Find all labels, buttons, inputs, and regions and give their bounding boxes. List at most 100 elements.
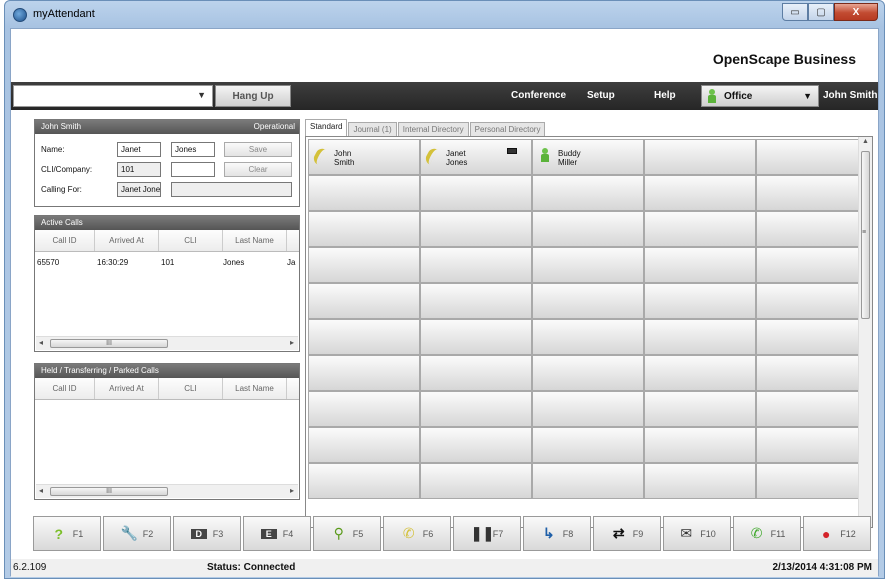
maximize-button[interactable]: ▢ bbox=[808, 3, 834, 21]
tab-personal-directory[interactable]: Personal Directory bbox=[469, 122, 546, 136]
f7-hold-button[interactable]: ❚❚ F7 bbox=[453, 516, 521, 551]
speed-dial-empty[interactable] bbox=[420, 355, 532, 391]
speed-dial-empty[interactable] bbox=[532, 283, 644, 319]
speed-dial-empty[interactable] bbox=[420, 175, 532, 211]
f11-call-button[interactable]: ✆ F11 bbox=[733, 516, 801, 551]
speed-dial-empty[interactable] bbox=[644, 247, 756, 283]
speed-dial-empty[interactable] bbox=[308, 427, 420, 463]
tab-internal-directory[interactable]: Internal Directory bbox=[397, 122, 469, 136]
speed-dial-empty[interactable] bbox=[532, 211, 644, 247]
speed-dial-empty[interactable] bbox=[420, 283, 532, 319]
speed-dial-empty[interactable] bbox=[420, 427, 532, 463]
speed-dial-empty[interactable] bbox=[420, 211, 532, 247]
speed-dial-empty[interactable] bbox=[420, 391, 532, 427]
f1-help-button[interactable]: ? F1 bbox=[33, 516, 101, 551]
f2-button[interactable]: 🔧 F2 bbox=[103, 516, 171, 551]
speed-dial-empty[interactable] bbox=[308, 283, 420, 319]
f10-mail-button[interactable]: ✉ F10 bbox=[663, 516, 731, 551]
speed-dial-empty[interactable] bbox=[756, 175, 868, 211]
minimize-button[interactable]: ▭ bbox=[782, 3, 808, 21]
column-call-id[interactable]: Call ID bbox=[35, 378, 95, 399]
last-name-field[interactable]: Jones bbox=[171, 142, 215, 157]
speed-dial-empty[interactable] bbox=[644, 319, 756, 355]
speed-dial-empty[interactable] bbox=[532, 247, 644, 283]
speed-dial-empty[interactable] bbox=[532, 319, 644, 355]
scroll-left-icon[interactable]: ◂ bbox=[39, 486, 43, 495]
speed-dial-empty[interactable] bbox=[756, 391, 868, 427]
save-button[interactable]: Save bbox=[224, 142, 292, 157]
speed-dial-empty[interactable] bbox=[532, 463, 644, 499]
speed-dial-empty[interactable] bbox=[644, 211, 756, 247]
f4-button[interactable]: E F4 bbox=[243, 516, 311, 551]
f6-answer-button[interactable]: ✆ F6 bbox=[383, 516, 451, 551]
speed-dial-empty[interactable] bbox=[644, 463, 756, 499]
speed-dial-empty[interactable] bbox=[420, 463, 532, 499]
column-cli[interactable]: CLI bbox=[159, 230, 223, 251]
scroll-up-icon[interactable]: ▲ bbox=[862, 138, 869, 145]
f12-record-button[interactable]: ● F12 bbox=[803, 516, 871, 551]
speed-dial-empty[interactable] bbox=[756, 139, 868, 175]
calling-for-field[interactable]: Janet Jone bbox=[117, 182, 161, 197]
first-name-field[interactable]: Janet bbox=[117, 142, 161, 157]
speed-dial-empty[interactable] bbox=[756, 283, 868, 319]
speed-dial-empty[interactable] bbox=[532, 175, 644, 211]
scroll-thumb[interactable]: III bbox=[50, 339, 168, 348]
scroll-right-icon[interactable]: ▸ bbox=[290, 486, 294, 495]
speed-dial-empty[interactable] bbox=[308, 319, 420, 355]
f9-swap-button[interactable]: ⇄ F9 bbox=[593, 516, 661, 551]
speed-dial-empty[interactable] bbox=[644, 391, 756, 427]
hang-up-button[interactable]: Hang Up bbox=[215, 85, 291, 107]
speed-dial-empty[interactable] bbox=[756, 463, 868, 499]
held-calls-scrollbar[interactable]: ◂ III ▸ bbox=[36, 484, 298, 498]
clear-button[interactable]: Clear bbox=[224, 162, 292, 177]
table-row[interactable]: 65570 16:30:29 101 Jones Ja bbox=[35, 258, 299, 272]
close-button[interactable]: X bbox=[834, 3, 878, 21]
presence-dropdown[interactable]: Office ▼ bbox=[701, 85, 819, 107]
speed-dial-empty[interactable] bbox=[532, 427, 644, 463]
speed-dial-empty[interactable] bbox=[308, 247, 420, 283]
speed-dial-empty[interactable] bbox=[756, 427, 868, 463]
scroll-right-icon[interactable]: ▸ bbox=[290, 338, 294, 347]
column-arrived-at[interactable]: Arrived At bbox=[95, 230, 159, 251]
speed-dial-empty[interactable] bbox=[308, 211, 420, 247]
f5-search-button[interactable]: ⚲ F5 bbox=[313, 516, 381, 551]
dial-combobox[interactable]: ▼ bbox=[13, 85, 213, 107]
menu-help[interactable]: Help bbox=[654, 90, 676, 101]
speed-dial-empty[interactable] bbox=[644, 139, 756, 175]
menu-setup[interactable]: Setup bbox=[587, 90, 615, 101]
menu-conference[interactable]: Conference bbox=[511, 90, 566, 101]
busy-lamp-scrollbar[interactable]: ▲ ≡ ▼ bbox=[858, 137, 872, 527]
cli-field[interactable]: 101 bbox=[117, 162, 161, 177]
title-bar[interactable]: myAttendant ▭ ▢ X bbox=[5, 1, 884, 28]
speed-dial-empty[interactable] bbox=[644, 283, 756, 319]
tab-journal[interactable]: Journal (1) bbox=[348, 122, 397, 136]
speed-dial-janet-jones[interactable]: Janet Jones bbox=[420, 139, 532, 175]
speed-dial-empty[interactable] bbox=[308, 463, 420, 499]
column-last-name[interactable]: Last Name bbox=[223, 230, 287, 251]
speed-dial-empty[interactable] bbox=[756, 319, 868, 355]
active-calls-scrollbar[interactable]: ◂ III ▸ bbox=[36, 336, 298, 350]
column-cli[interactable]: CLI bbox=[159, 378, 223, 399]
f8-transfer-button[interactable]: ↳ F8 bbox=[523, 516, 591, 551]
speed-dial-empty[interactable] bbox=[756, 247, 868, 283]
speed-dial-john-smith[interactable]: John Smith bbox=[308, 139, 420, 175]
speed-dial-empty[interactable] bbox=[756, 355, 868, 391]
speed-dial-empty[interactable] bbox=[420, 319, 532, 355]
company-field[interactable] bbox=[171, 162, 215, 177]
speed-dial-empty[interactable] bbox=[308, 175, 420, 211]
speed-dial-empty[interactable] bbox=[644, 175, 756, 211]
speed-dial-empty[interactable] bbox=[308, 391, 420, 427]
speed-dial-empty[interactable] bbox=[420, 247, 532, 283]
calling-for-extra-field[interactable] bbox=[171, 182, 292, 197]
speed-dial-empty[interactable] bbox=[644, 427, 756, 463]
f3-button[interactable]: D F3 bbox=[173, 516, 241, 551]
column-last-name[interactable]: Last Name bbox=[223, 378, 287, 399]
column-arrived-at[interactable]: Arrived At bbox=[95, 378, 159, 399]
speed-dial-empty[interactable] bbox=[532, 391, 644, 427]
tab-standard[interactable]: Standard bbox=[305, 119, 348, 136]
speed-dial-empty[interactable] bbox=[756, 211, 868, 247]
column-call-id[interactable]: Call ID bbox=[35, 230, 95, 251]
speed-dial-empty[interactable] bbox=[532, 355, 644, 391]
scroll-thumb[interactable]: III bbox=[50, 487, 168, 496]
speed-dial-buddy-miller[interactable]: Buddy Miller bbox=[532, 139, 644, 175]
